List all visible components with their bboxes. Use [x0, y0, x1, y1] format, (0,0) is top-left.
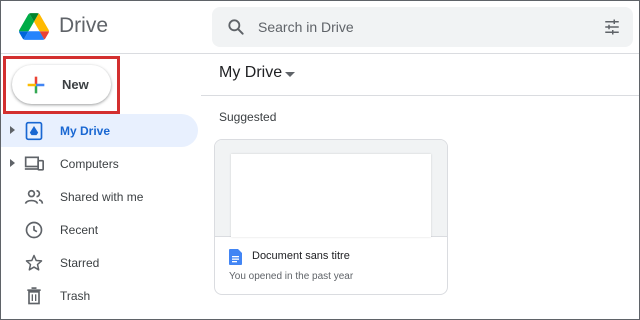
divider	[201, 95, 639, 96]
sidebar-item-starred[interactable]: Starred	[1, 246, 198, 279]
sidebar-item-label: Computers	[60, 157, 119, 171]
star-icon	[25, 254, 43, 271]
page-title[interactable]: My Drive	[219, 64, 282, 82]
google-drive-logo-icon[interactable]	[19, 13, 49, 40]
google-docs-icon	[229, 249, 242, 265]
top-bar: Drive	[1, 1, 639, 54]
tune-icon[interactable]	[603, 18, 621, 36]
file-thumbnail-area	[215, 140, 447, 237]
sidebar-item-my-drive[interactable]: My Drive	[1, 114, 198, 147]
sidebar-item-shared-with-me[interactable]: Shared with me	[1, 180, 198, 213]
sidebar-item-label: My Drive	[60, 124, 111, 138]
main-title-dropdown[interactable]: My Drive	[219, 64, 295, 82]
sidebar-item-computers[interactable]: Computers	[1, 147, 198, 180]
dropdown-arrow-icon[interactable]	[285, 72, 295, 77]
sidebar-item-label: Starred	[60, 256, 100, 270]
file-card[interactable]: Document sans titre You opened in the pa…	[214, 139, 448, 295]
sidebar-nav: My Drive Computers Shared with me Recent…	[1, 114, 201, 312]
expand-caret-icon[interactable]	[10, 159, 15, 167]
search-icon[interactable]	[226, 17, 246, 37]
sidebar-item-label: Recent	[60, 223, 99, 237]
plus-icon	[27, 76, 45, 94]
section-heading: Suggested	[219, 110, 277, 124]
sidebar-item-recent[interactable]: Recent	[1, 213, 198, 246]
computers-icon	[24, 156, 44, 171]
new-button-highlight: New	[3, 56, 120, 114]
new-button[interactable]: New	[12, 65, 111, 104]
file-subtitle: You opened in the past year	[229, 271, 354, 282]
sidebar-item-label: Trash	[60, 289, 91, 303]
search-bar[interactable]	[212, 7, 633, 47]
search-input[interactable]	[258, 7, 558, 47]
file-name: Document sans titre	[252, 250, 350, 262]
my-drive-icon	[25, 121, 43, 141]
new-button-label: New	[62, 77, 89, 92]
shared-icon	[24, 189, 44, 204]
trash-icon	[27, 287, 41, 305]
file-thumbnail	[231, 154, 431, 237]
sidebar-item-trash[interactable]: Trash	[1, 279, 198, 312]
clock-icon	[25, 221, 43, 239]
expand-caret-icon[interactable]	[10, 126, 15, 134]
sidebar-item-label: Shared with me	[60, 190, 144, 204]
app-brand[interactable]: Drive	[59, 14, 108, 38]
